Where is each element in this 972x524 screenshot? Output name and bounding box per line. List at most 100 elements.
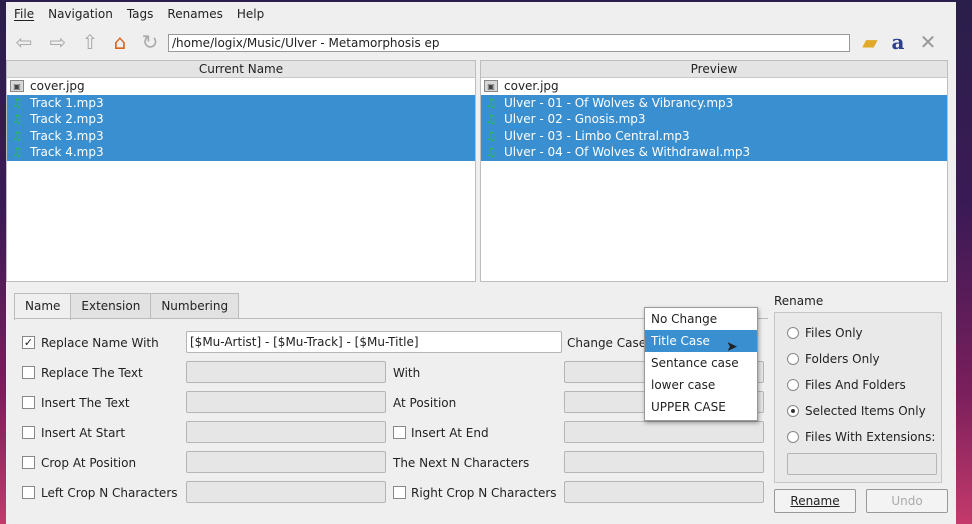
- image-file-icon: ▣: [10, 80, 24, 93]
- replace-text-input[interactable]: [186, 361, 386, 383]
- file-row[interactable]: ▣ cover.jpg: [481, 78, 947, 95]
- tab-extension[interactable]: Extension: [70, 293, 152, 319]
- mouse-cursor-icon: ➤: [726, 339, 738, 355]
- insert-start-checkbox[interactable]: [22, 426, 35, 439]
- file-name: Ulver - 04 - Of Wolves & Withdrawal.mp3: [504, 145, 751, 160]
- insert-end-input[interactable]: [564, 421, 764, 443]
- insert-text-input[interactable]: [186, 391, 386, 413]
- files-with-extensions-label: Files With Extensions:: [805, 430, 936, 444]
- refresh-icon[interactable]: ↻: [138, 30, 162, 54]
- tab-name[interactable]: Name: [14, 293, 72, 320]
- replace-name-checkbox[interactable]: ✓: [22, 336, 35, 349]
- file-name: Ulver - 03 - Limbo Central.mp3: [504, 128, 690, 143]
- undo-button-label: Undo: [891, 494, 923, 508]
- insert-text-checkbox[interactable]: [22, 396, 35, 409]
- music-file-icon: ♫: [11, 112, 23, 127]
- music-file-icon: ♫: [485, 95, 497, 110]
- case-option-sentence-case[interactable]: Sentance case: [645, 352, 757, 374]
- music-file-icon: ♫: [11, 128, 23, 143]
- rename-options-box: Files Only Folders Only Files And Folder…: [774, 312, 942, 483]
- radio-files-with-extensions[interactable]: [787, 431, 799, 443]
- open-folder-icon[interactable]: ▰: [858, 30, 882, 54]
- file-name: cover.jpg: [504, 79, 559, 94]
- home-icon[interactable]: ⌂: [108, 30, 132, 54]
- case-option-title-case[interactable]: Title Case: [645, 330, 757, 352]
- file-name: Ulver - 02 - Gnosis.mp3: [504, 112, 646, 127]
- radio-files-only[interactable]: [787, 327, 799, 339]
- left-crop-label: Left Crop N Characters: [41, 486, 178, 500]
- insert-start-input[interactable]: [186, 421, 386, 443]
- crop-position-input[interactable]: [186, 451, 386, 473]
- tools-icon[interactable]: ✕: [916, 30, 940, 54]
- music-file-icon: ♫: [11, 95, 23, 110]
- up-arrow-icon[interactable]: ⇧: [78, 30, 102, 54]
- current-name-header[interactable]: Current Name: [7, 61, 475, 78]
- preview-pane: Preview ▣ cover.jpg ♫ Ulver - 01 - Of Wolve…: [480, 60, 948, 282]
- file-row[interactable]: ♫ Track 1.mp3: [7, 94, 475, 111]
- extensions-input[interactable]: [787, 453, 937, 475]
- file-name: Track 2.mp3: [30, 112, 104, 127]
- insert-end-label: Insert At End: [411, 426, 489, 440]
- path-input[interactable]: /home/logix/Music/Ulver - Metamorphosis …: [168, 34, 850, 52]
- radio-folders-only[interactable]: [787, 353, 799, 365]
- replace-name-input[interactable]: [$Mu-Artist] - [$Mu-Track] - [$Mu-Title]: [186, 331, 562, 353]
- preview-header[interactable]: Preview: [481, 61, 947, 78]
- file-name: Track 4.mp3: [30, 145, 104, 160]
- file-name: cover.jpg: [30, 79, 85, 94]
- folders-only-label: Folders Only: [805, 352, 880, 366]
- change-case-label: Change Case: [567, 336, 647, 350]
- file-row[interactable]: ♫ Ulver - 02 - Gnosis.mp3: [481, 111, 947, 128]
- file-row[interactable]: ♫ Ulver - 01 - Of Wolves & Vibrancy.mp3: [481, 94, 947, 111]
- menu-navigation[interactable]: Navigation: [48, 7, 113, 21]
- menu-tags[interactable]: Tags: [127, 7, 154, 21]
- undo-button[interactable]: Undo: [866, 489, 948, 513]
- menu-bar: File Navigation Tags Renames Help: [6, 2, 956, 26]
- file-row[interactable]: ♫ Track 2.mp3: [7, 111, 475, 128]
- insert-text-label: Insert The Text: [41, 396, 130, 410]
- file-name: Track 3.mp3: [30, 128, 104, 143]
- current-name-pane: Current Name ▣ cover.jpg ♫ Track 1.mp3 ♫ Trac…: [6, 60, 476, 282]
- crop-position-label: Crop At Position: [41, 456, 137, 470]
- case-option-no-change[interactable]: No Change: [645, 308, 757, 330]
- back-arrow-icon[interactable]: ⇦: [12, 30, 36, 54]
- left-crop-input[interactable]: [186, 481, 386, 503]
- replace-text-checkbox[interactable]: [22, 366, 35, 379]
- file-row[interactable]: ▣ cover.jpg: [7, 78, 475, 95]
- menu-renames[interactable]: Renames: [167, 7, 222, 21]
- insert-end-checkbox[interactable]: [393, 426, 406, 439]
- music-file-icon: ♫: [485, 128, 497, 143]
- case-option-upper-case[interactable]: UPPER CASE: [645, 396, 757, 418]
- files-only-label: Files Only: [805, 326, 863, 340]
- toolbar: ⇦ ⇨ ⇧ ⌂ ↻ /home/logix/Music/Ulver - Meta…: [6, 28, 956, 58]
- file-row[interactable]: ♫ Track 3.mp3: [7, 127, 475, 144]
- menu-file[interactable]: File: [14, 7, 34, 21]
- tab-numbering[interactable]: Numbering: [150, 293, 240, 319]
- music-file-icon: ♫: [485, 112, 497, 127]
- right-crop-input[interactable]: [564, 481, 764, 503]
- at-position-label: At Position: [393, 396, 457, 410]
- crop-position-checkbox[interactable]: [22, 456, 35, 469]
- file-row[interactable]: ♫ Ulver - 03 - Limbo Central.mp3: [481, 127, 947, 144]
- rename-group-title: Rename: [774, 294, 824, 308]
- with-label: With: [393, 366, 421, 380]
- rename-button[interactable]: Rename: [774, 489, 856, 513]
- font-icon[interactable]: a: [886, 30, 910, 54]
- rename-button-label: Rename: [790, 494, 840, 508]
- insert-start-label: Insert At Start: [41, 426, 126, 440]
- file-name: Track 1.mp3: [30, 95, 104, 110]
- case-option-lower-case[interactable]: lower case: [645, 374, 757, 396]
- files-and-folders-label: Files And Folders: [805, 378, 906, 392]
- file-name: Ulver - 01 - Of Wolves & Vibrancy.mp3: [504, 95, 734, 110]
- music-file-icon: ♫: [485, 145, 497, 160]
- next-n-input[interactable]: [564, 451, 764, 473]
- radio-files-and-folders[interactable]: [787, 379, 799, 391]
- radio-selected-items-only[interactable]: [787, 405, 799, 417]
- menu-help[interactable]: Help: [237, 7, 264, 21]
- replace-name-label: Replace Name With: [41, 336, 159, 350]
- left-crop-checkbox[interactable]: [22, 486, 35, 499]
- file-row[interactable]: ♫ Track 4.mp3: [7, 144, 475, 161]
- file-row[interactable]: ♫ Ulver - 04 - Of Wolves & Withdrawal.mp3: [481, 144, 947, 161]
- right-crop-checkbox[interactable]: [393, 486, 406, 499]
- forward-arrow-icon[interactable]: ⇨: [46, 30, 70, 54]
- change-case-dropdown: No Change Title Case Sentance case lower…: [644, 307, 758, 421]
